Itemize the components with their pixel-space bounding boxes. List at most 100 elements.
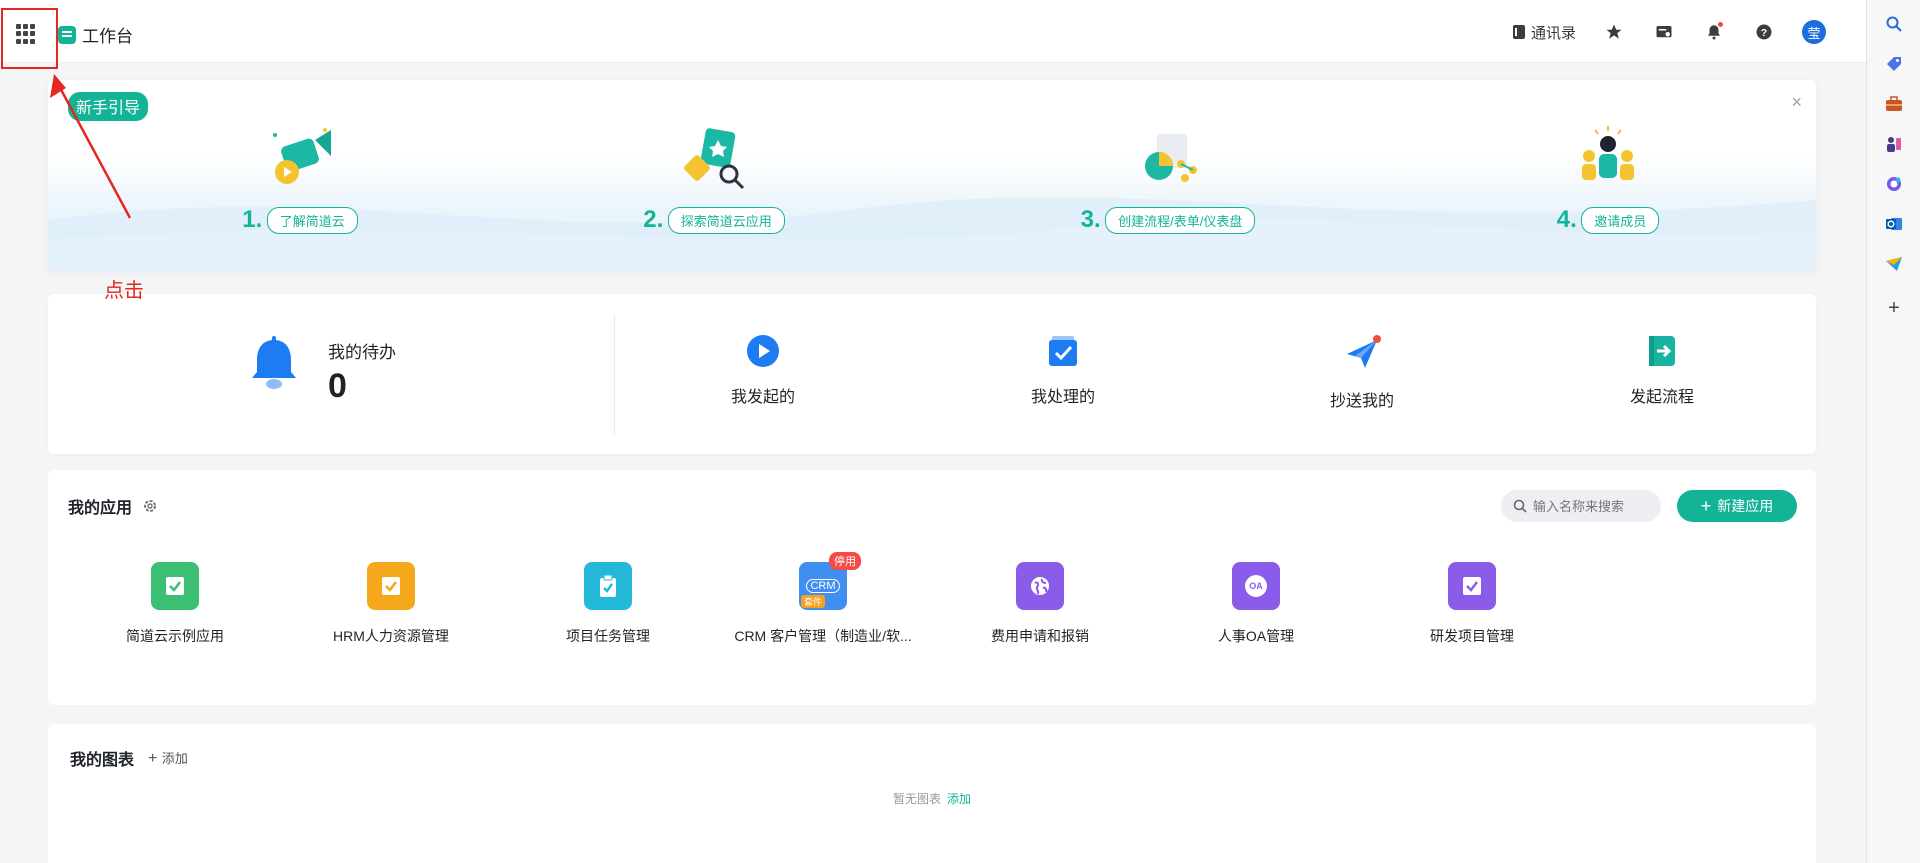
check-box-icon (1049, 336, 1077, 366)
app-clipboard-icon (584, 562, 632, 610)
beginner-guide-card: 新手引导 × 1. 了解简道云 2. 探索简道云应用 3. 创建流程/表单/仪表… (48, 80, 1816, 270)
my-charts-card: 我的图表 + 添加 暂无图表 添加 (48, 724, 1816, 863)
cc-to-me[interactable]: 抄送我的 (1302, 334, 1422, 411)
guide-step-4: 4. 邀请成员 (1508, 120, 1708, 234)
app-item[interactable]: OA 人事OA管理 (1156, 562, 1356, 646)
plus-icon: + (1700, 496, 1712, 516)
paper-plane-icon (1347, 335, 1381, 368)
new-app-button[interactable]: + 新建应用 (1677, 490, 1797, 522)
app-name: 研发项目管理 (1430, 628, 1514, 644)
todo-count: 0 (328, 367, 347, 405)
crm-icon-text: CRM (806, 579, 840, 593)
app-crm-icon: CRM 停用 套件 (799, 552, 861, 610)
rail-outlook-icon[interactable] (1884, 214, 1904, 234)
contacts-button[interactable]: 通讯录 (1511, 22, 1576, 43)
app-grid-icon[interactable] (16, 24, 36, 44)
guide-step-number: 1. (242, 206, 263, 233)
app-item[interactable]: 简道云示例应用 (75, 562, 275, 646)
app-name: 简道云示例应用 (126, 628, 224, 644)
rail-tag-icon[interactable] (1884, 54, 1904, 74)
start-process-icon (1649, 336, 1675, 366)
app-item[interactable]: CRM 停用 套件 CRM 客户管理（制造业/软... (723, 552, 923, 646)
empty-text: 暂无图表 (892, 792, 941, 806)
add-chart-button[interactable]: + 添加 (148, 748, 188, 768)
my-apps-heading: 我的应用 (68, 494, 158, 518)
svg-text:?: ? (1761, 27, 1767, 39)
empty-add-link[interactable]: 添加 (947, 792, 971, 806)
app-name: CRM 客户管理（制造业/软... (734, 628, 912, 644)
star-icon[interactable] (1602, 20, 1626, 44)
app-item[interactable]: 费用申请和报销 (940, 562, 1140, 646)
inbox-settings-icon[interactable] (1652, 20, 1676, 44)
guide-step-2: 2. 探索简道云应用 (614, 120, 814, 234)
action-label: 发起流程 (1629, 389, 1694, 406)
app-name: 项目任务管理 (566, 628, 650, 644)
plus-icon: + (148, 750, 162, 767)
rail-search-icon[interactable] (1884, 14, 1904, 34)
my-charts-title: 我的图表 (70, 752, 135, 769)
app-name: 人事OA管理 (1217, 628, 1295, 644)
annotation-click-text: 点击 (104, 280, 144, 302)
browser-side-rail: + (1866, 0, 1920, 863)
create-flow-illustration-icon (1068, 120, 1268, 200)
guide-step-number: 3. (1080, 206, 1101, 233)
app-oa-icon: OA (1232, 562, 1280, 610)
guide-step-3: 3. 创建流程/表单/仪表盘 (1068, 120, 1268, 234)
action-label: 抄送我的 (1329, 393, 1394, 410)
charts-empty-state: 暂无图表 添加 (48, 790, 1816, 807)
rail-add-icon[interactable]: + (1884, 297, 1904, 319)
guide-step-number: 2. (643, 206, 664, 233)
my-apps-title: 我的应用 (68, 500, 133, 517)
app-search-input[interactable] (1533, 498, 1653, 514)
guide-close-icon[interactable]: × (1791, 92, 1802, 113)
todo-card: 我的待办 0 我发起的 我处理的 抄送我的 发起流程 (48, 294, 1816, 454)
todo-bell-icon (252, 336, 296, 389)
guide-step-link[interactable]: 探索简道云应用 (667, 206, 785, 234)
app-check-icon (367, 562, 415, 610)
user-avatar[interactable]: 莹 (1802, 20, 1826, 44)
play-circle-icon (747, 335, 779, 367)
top-bar: 工作台 通讯录 ? 莹 (0, 0, 1866, 63)
explore-apps-illustration-icon (614, 120, 814, 200)
notification-dot (1717, 21, 1724, 28)
contacts-label: 通讯录 (1530, 24, 1576, 42)
initiated-by-me[interactable]: 我发起的 (703, 334, 823, 407)
new-app-label: 新建应用 (1717, 498, 1774, 514)
my-apps-card: 我的应用 + 新建应用 简道云示例应用 HRM人力资源管理 (48, 470, 1816, 705)
rail-copilot-icon[interactable] (1884, 174, 1904, 194)
app-globe-icon (1016, 562, 1064, 610)
notification-bell-icon[interactable] (1702, 20, 1726, 44)
my-todo[interactable]: 我的待办 0 (248, 334, 396, 406)
contacts-book-icon (1512, 25, 1525, 39)
app-search[interactable] (1501, 490, 1661, 522)
invite-members-illustration-icon (1508, 120, 1708, 200)
app-name: 费用申请和报销 (991, 628, 1089, 644)
todo-title: 我的待办 (328, 343, 396, 362)
action-label: 我发起的 (730, 389, 795, 406)
app-item[interactable]: 研发项目管理 (1372, 562, 1572, 646)
guide-step-link[interactable]: 了解简道云 (266, 206, 358, 234)
workbench-main: 工作台 通讯录 ? 莹 新手引导 × 1. 了解简道云 2. 探索简道云应用 3… (0, 0, 1866, 863)
app-check-icon (151, 562, 199, 610)
app-item[interactable]: HRM人力资源管理 (291, 562, 491, 646)
guide-step-link[interactable]: 创建流程/表单/仪表盘 (1105, 206, 1256, 234)
suite-badge: 套件 (801, 595, 826, 608)
rail-briefcase-icon[interactable] (1884, 94, 1904, 114)
settings-gear-icon[interactable] (142, 498, 158, 514)
guide-tag: 新手引导 (68, 92, 149, 121)
guide-step-link[interactable]: 邀请成员 (1581, 206, 1660, 234)
help-icon[interactable]: ? (1752, 20, 1776, 44)
start-process[interactable]: 发起流程 (1602, 334, 1722, 407)
search-icon (1513, 499, 1527, 513)
top-right-toolbar: 通讯录 ? 莹 (1511, 20, 1826, 44)
handled-by-me[interactable]: 我处理的 (1003, 334, 1123, 407)
add-chart-label: 添加 (161, 751, 188, 766)
rail-games-icon[interactable] (1884, 134, 1904, 154)
app-item[interactable]: 项目任务管理 (508, 562, 708, 646)
app-check-icon (1448, 562, 1496, 610)
app-title-text: 工作台 (82, 27, 133, 46)
rail-send-icon[interactable] (1884, 254, 1904, 274)
app-title: 工作台 (58, 22, 133, 47)
my-charts-heading: 我的图表 + 添加 (70, 746, 188, 770)
workbench-logo-icon (58, 25, 76, 44)
